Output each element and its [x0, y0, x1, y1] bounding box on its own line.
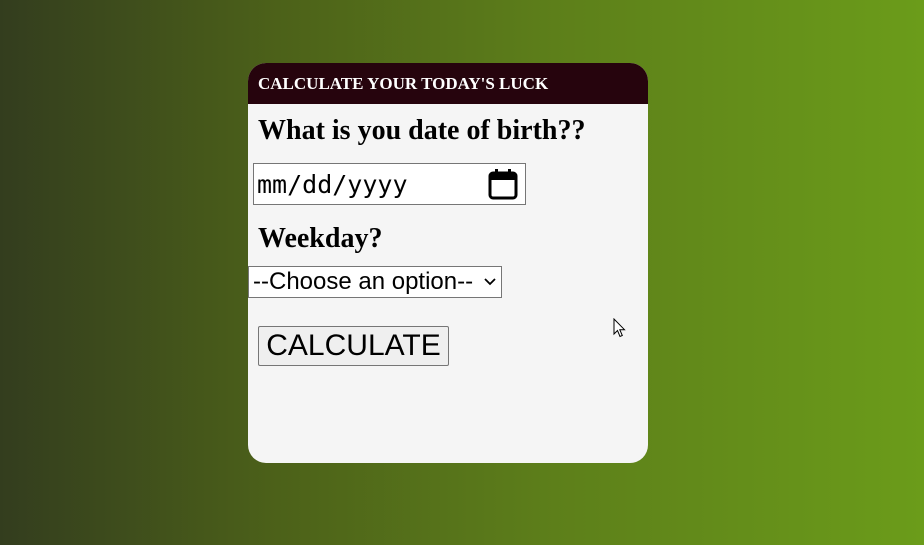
weekday-question: Weekday?	[258, 223, 383, 254]
weekday-selected-option: --Choose an option--	[253, 268, 474, 295]
chevron-down-icon	[483, 275, 497, 289]
luck-card: CALCULATE YOUR TODAY'S LUCK What is you …	[248, 63, 648, 463]
weekday-select[interactable]: --Choose an option--	[248, 266, 502, 298]
date-placeholder: mm/dd/yyyy	[257, 169, 408, 199]
dob-question: What is you date of birth??	[258, 115, 586, 146]
card-title: CALCULATE YOUR TODAY'S LUCK	[248, 63, 648, 104]
calendar-icon[interactable]	[486, 167, 520, 201]
calculate-button[interactable]: CALCULATE	[258, 326, 449, 366]
date-of-birth-input[interactable]: mm/dd/yyyy	[253, 163, 526, 205]
mouse-cursor-icon	[613, 317, 627, 338]
